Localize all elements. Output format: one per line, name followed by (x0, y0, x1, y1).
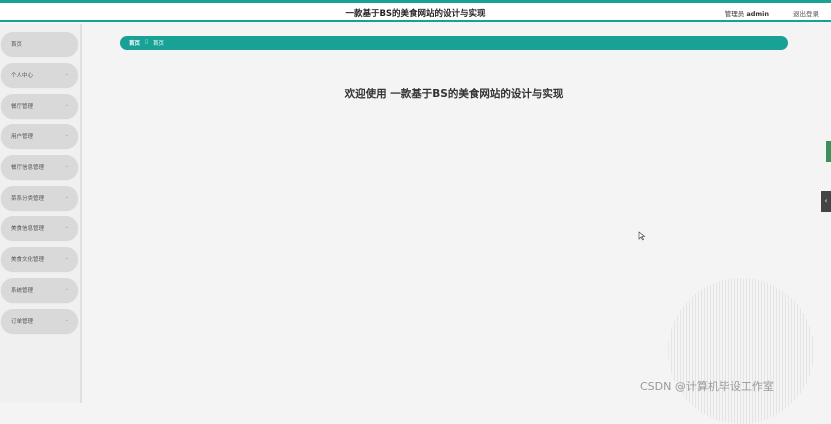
sidebar-item-label: 美食文化管理 (11, 257, 45, 263)
mouse-cursor-icon (638, 231, 646, 241)
sidebar-item-users[interactable]: 用户管理 ⌄ (1, 124, 78, 148)
sidebar-item-label: 首页 (11, 42, 23, 48)
sidebar: 首页 个人中心 ⌄ 餐厅管理 ⌄ 用户管理 ⌄ 餐厅信息管理 ⌄ 菜系分类管理 … (0, 24, 82, 403)
sidebar-item-home[interactable]: 首页 (1, 32, 78, 56)
username: admin (746, 10, 769, 18)
sidebar-item-label: 系统管理 (11, 288, 34, 294)
sidebar-item-personal-center[interactable]: 个人中心 ⌄ (1, 63, 78, 87)
breadcrumb: 首页 ▯ 首页 (120, 36, 788, 50)
chevron-down-icon: ⌄ (64, 71, 69, 77)
sidebar-item-label: 用户管理 (11, 134, 34, 140)
top-header: 一款基于BS的美食网站的设计与实现 管理员 admin 退出登录 (0, 0, 831, 22)
app-title: 一款基于BS的美食网站的设计与实现 (345, 9, 486, 19)
sidebar-item-cuisine-category[interactable]: 菜系分类管理 ⌄ (1, 186, 78, 210)
user-role: 管理员 (724, 10, 745, 18)
chevron-down-icon: ⌄ (64, 286, 69, 292)
breadcrumb-separator: ▯ (145, 39, 149, 45)
sidebar-item-food-culture[interactable]: 美食文化管理 ⌄ (1, 247, 78, 271)
sidebar-item-label: 菜系分类管理 (11, 196, 45, 202)
sidebar-item-label: 个人中心 (11, 73, 34, 79)
breadcrumb-home-link[interactable]: 首页 (129, 39, 140, 47)
sidebar-item-label: 订单管理 (11, 319, 34, 325)
chevron-down-icon: ⌄ (64, 317, 69, 323)
collapse-arrow-icon[interactable]: ‹ (821, 191, 831, 212)
chevron-down-icon: ⌄ (64, 102, 69, 108)
sidebar-item-food-info[interactable]: 美食信息管理 ⌄ (1, 216, 78, 240)
sidebar-item-system[interactable]: 系统管理 ⌄ (1, 278, 78, 302)
decorative-disc (668, 278, 814, 424)
side-tab-handle[interactable] (826, 141, 831, 162)
user-info: 管理员 admin (725, 8, 769, 18)
breadcrumb-current: 首页 (153, 41, 165, 47)
sidebar-item-label: 餐厅管理 (11, 104, 34, 110)
sidebar-item-restaurant[interactable]: 餐厅管理 ⌄ (1, 94, 78, 118)
sidebar-item-label: 美食信息管理 (11, 226, 45, 232)
chevron-down-icon: ⌄ (64, 132, 69, 138)
chevron-down-icon: ⌄ (64, 224, 69, 230)
sidebar-item-label: 餐厅信息管理 (11, 165, 45, 171)
sidebar-item-restaurant-info[interactable]: 餐厅信息管理 ⌄ (1, 155, 78, 179)
chevron-down-icon: ⌄ (64, 194, 69, 200)
chevron-down-icon: ⌄ (64, 255, 69, 261)
logout-button[interactable]: 退出登录 (793, 8, 819, 18)
chevron-down-icon: ⌄ (64, 163, 69, 169)
welcome-heading: 欢迎使用 一款基于BS的美食网站的设计与实现 (344, 88, 564, 100)
sidebar-item-orders[interactable]: 订单管理 ⌄ (1, 309, 78, 333)
watermark: CSDN @计算机毕设工作室 (640, 380, 774, 393)
